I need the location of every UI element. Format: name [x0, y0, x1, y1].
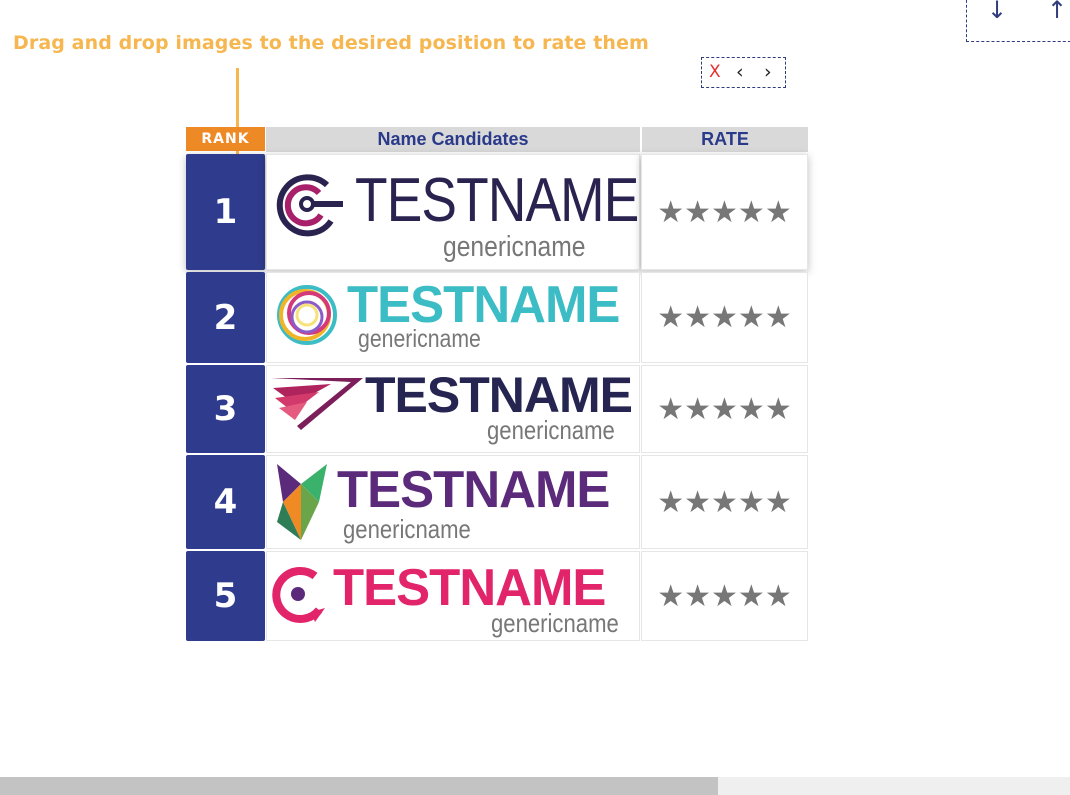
navigation-controls: X ‹ ›: [701, 57, 786, 88]
close-button[interactable]: X: [709, 62, 721, 82]
arrow-down-icon[interactable]: ↓: [987, 0, 1007, 24]
previous-button[interactable]: ‹: [736, 62, 744, 82]
rank-column-header: RANK: [186, 127, 265, 151]
rank-number: 4: [186, 455, 265, 549]
arrow-up-icon[interactable]: ↑: [1047, 0, 1067, 24]
logo-card-4[interactable]: TESTNAME genericname: [266, 455, 640, 549]
concentric-g-icon: [276, 174, 343, 237]
rank-number: 3: [186, 365, 265, 453]
rating-cell: ★★★★★: [641, 365, 808, 453]
candidate-subtitle: genericname: [443, 231, 586, 263]
star-rating[interactable]: ★★★★★: [657, 300, 791, 335]
logo-card-3[interactable]: TESTNAME genericname: [266, 365, 640, 453]
candidate-subtitle: genericname: [487, 415, 615, 445]
star-rating[interactable]: ★★★★★: [657, 485, 791, 520]
rating-cell: ★★★★★: [641, 154, 808, 270]
star-rating[interactable]: ★★★★★: [657, 579, 791, 614]
horizontal-scrollbar-thumb[interactable]: [0, 777, 718, 795]
candidate-subtitle: genericname: [491, 608, 619, 638]
candidate-subtitle: genericname: [343, 514, 471, 544]
rank-number: 5: [186, 551, 265, 641]
rating-cell: ★★★★★: [641, 455, 808, 549]
instruction-text: Drag and drop images to the desired posi…: [13, 32, 649, 54]
rating-cell: ★★★★★: [641, 272, 808, 363]
logo-card-5[interactable]: TESTNAME genericname: [266, 551, 640, 641]
color-ring-icon: [277, 285, 337, 345]
rating-cell: ★★★★★: [641, 551, 808, 641]
candidate-subtitle: genericname: [358, 325, 481, 353]
rank-number: 2: [186, 272, 265, 363]
star-rating[interactable]: ★★★★★: [657, 392, 791, 427]
logo-card-1[interactable]: TESTNAME genericname: [266, 154, 640, 270]
c-dot-icon: [272, 566, 325, 623]
candidate-name: TESTNAME: [355, 166, 639, 235]
rank-number: 1: [186, 154, 265, 270]
sort-controls: ↓ ↑: [966, 0, 1070, 42]
star-rating[interactable]: ★★★★★: [657, 195, 791, 230]
logo-card-2[interactable]: TESTNAME genericname: [266, 272, 640, 363]
name-candidates-column-header: Name Candidates: [266, 127, 640, 152]
geometric-fox-icon: [277, 464, 327, 540]
candidate-name: TESTNAME: [337, 461, 610, 519]
rate-column-header: RATE: [642, 127, 808, 152]
wing-stripes-icon: [271, 378, 363, 430]
next-button[interactable]: ›: [764, 62, 772, 82]
